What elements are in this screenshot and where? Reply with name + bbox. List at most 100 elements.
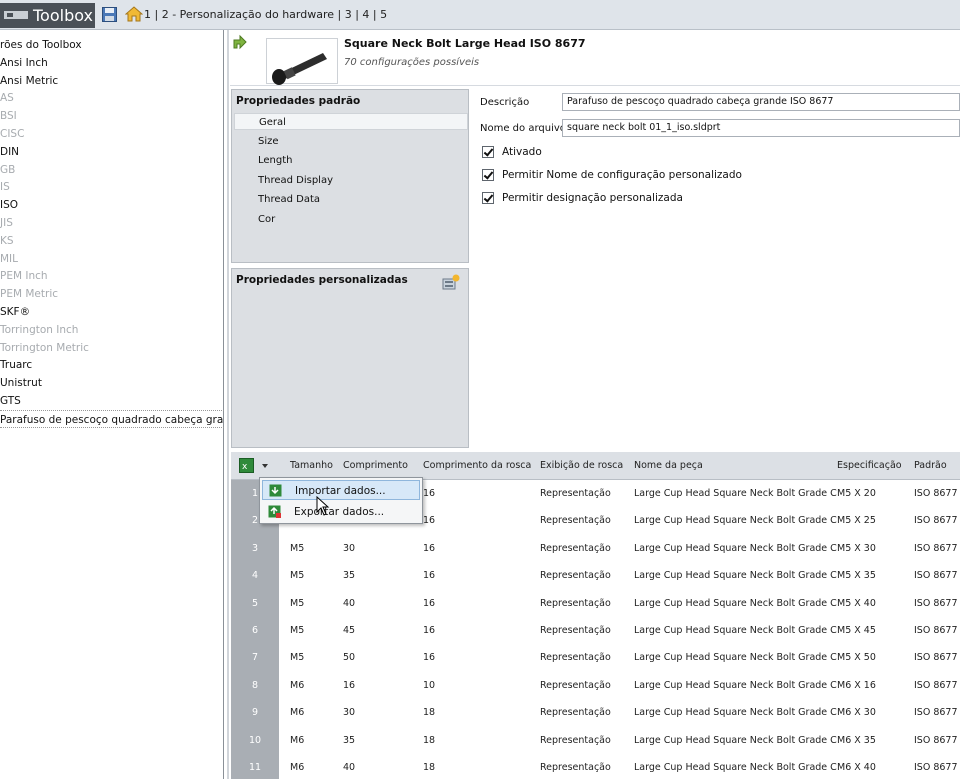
custom-config-name-checkbox[interactable] [482,169,494,181]
table-cell[interactable]: ISO 8677 [914,507,958,535]
tree-item[interactable]: PEM Inch [0,267,48,285]
table-cell[interactable]: M6 [290,672,304,700]
tree-item[interactable]: Torrington Inch [0,321,78,339]
table-cell[interactable]: 18 [423,727,435,755]
table-cell[interactable]: Large Cup Head Square Neck Bolt Grade C [634,480,837,508]
tree-item[interactable]: GB [0,161,15,179]
table-cell[interactable]: Large Cup Head Square Neck Bolt Grade C [634,754,837,779]
back-arrow-icon[interactable] [232,34,248,50]
table-cell[interactable]: Representação [540,617,611,645]
table-cell[interactable]: 16 [343,672,355,700]
tree-item[interactable]: Unistrut [0,374,42,392]
grid-column-header[interactable]: Exibição de rosca [540,452,623,480]
table-cell[interactable]: 30 [343,535,355,563]
table-cell[interactable]: 50 [343,644,355,672]
table-cell[interactable]: Representação [540,562,611,590]
table-cell[interactable]: Large Cup Head Square Neck Bolt Grade C [634,699,837,727]
table-cell[interactable]: ISO 8677 [914,644,958,672]
table-cell[interactable]: Representação [540,507,611,535]
table-cell[interactable]: M6 [290,699,304,727]
table-cell[interactable]: M5 X 25 [837,507,876,535]
tree-item[interactable]: GTS [0,392,21,410]
table-cell[interactable]: ISO 8677 [914,535,958,563]
tree-item[interactable]: IS [0,178,10,196]
home-icon[interactable] [125,5,143,23]
property-category-item[interactable]: Size [258,133,279,150]
table-cell[interactable]: ISO 8677 [914,754,958,779]
table-cell[interactable]: Representação [540,727,611,755]
tree-item[interactable]: JIS [0,214,13,232]
toolbox-app-label[interactable]: Toolbox [0,3,95,28]
table-cell[interactable]: Representação [540,644,611,672]
tree-item[interactable]: CISC [0,125,24,143]
table-row[interactable]: 10 M6 35 18 Representação Large Cup Head Squa… [231,727,960,755]
table-cell[interactable]: Large Cup Head Square Neck Bolt Grade C [634,590,837,618]
table-cell[interactable]: M5 X 35 [837,562,876,590]
enabled-checkbox[interactable] [482,146,494,158]
table-cell[interactable]: 16 [423,617,435,645]
table-cell[interactable]: 16 [423,644,435,672]
table-row[interactable]: 4 M5 35 16 Representação Large Cup Head Squar… [231,562,960,590]
table-cell[interactable]: Large Cup Head Square Neck Bolt Grade C [634,562,837,590]
grid-column-header[interactable]: Nome da peça [634,452,703,480]
table-cell[interactable]: M6 [290,727,304,755]
table-cell[interactable]: 16 [423,590,435,618]
table-cell[interactable]: M5 [290,535,304,563]
table-cell[interactable]: ISO 8677 [914,672,958,700]
table-cell[interactable]: 30 [343,699,355,727]
tree-item[interactable]: PEM Metric [0,285,58,303]
description-field[interactable]: Parafuso de pescoço quadrado cabeça gran… [562,93,960,111]
import-data-item[interactable]: Importar dados... [262,480,420,500]
filename-field[interactable]: square neck bolt 01_1_iso.sldprt [562,119,960,137]
table-row[interactable]: 6 M5 45 16 Representação Large Cup Head Squar… [231,617,960,645]
table-cell[interactable]: 10 [423,672,435,700]
table-row[interactable]: 11 M6 40 18 Representação Large Cup Head Squa… [231,754,960,779]
table-cell[interactable]: 40 [343,590,355,618]
custom-designation-checkbox[interactable] [482,192,494,204]
table-cell[interactable]: 16 [423,507,435,535]
table-cell[interactable]: Large Cup Head Square Neck Bolt Grade C [634,644,837,672]
table-cell[interactable]: 16 [423,480,435,508]
table-cell[interactable]: Large Cup Head Square Neck Bolt Grade C [634,617,837,645]
tree-item[interactable]: Truarc [0,356,32,374]
table-row[interactable]: 7 M5 50 16 Representação Large Cup Head Squar… [231,644,960,672]
tree-item[interactable]: Ansi Inch [0,54,48,72]
table-cell[interactable]: Large Cup Head Square Neck Bolt Grade C [634,727,837,755]
table-cell[interactable]: 40 [343,754,355,779]
grid-column-header[interactable]: Padrão [914,452,947,480]
table-cell[interactable]: M5 X 30 [837,535,876,563]
save-icon[interactable] [102,7,117,22]
table-cell[interactable]: ISO 8677 [914,590,958,618]
property-category-item[interactable]: Thread Data [258,191,320,208]
table-cell[interactable]: M5 [290,562,304,590]
tree-item[interactable]: DIN [0,143,19,161]
table-cell[interactable]: M5 [290,644,304,672]
table-cell[interactable]: 35 [343,562,355,590]
panel-splitter[interactable] [227,30,229,779]
wizard-steps[interactable]: 1 | 2 - Personalização do hardware | 3 |… [144,0,387,30]
table-cell[interactable]: 18 [423,699,435,727]
table-cell[interactable]: ISO 8677 [914,727,958,755]
table-cell[interactable]: M6 [290,754,304,779]
excel-icon[interactable]: x [239,458,254,473]
table-cell[interactable]: M6 X 35 [837,727,876,755]
table-cell[interactable]: 16 [423,535,435,563]
grid-column-header[interactable]: Comprimento da rosca [423,452,531,480]
add-property-icon[interactable] [442,274,460,290]
table-cell[interactable]: Large Cup Head Square Neck Bolt Grade C [634,507,837,535]
table-cell[interactable]: Representação [540,590,611,618]
table-cell[interactable]: 35 [343,727,355,755]
tree-item[interactable]: Torrington Metric [0,339,89,357]
table-cell[interactable]: M6 X 30 [837,699,876,727]
table-row[interactable]: 3 M5 30 16 Representação Large Cup Head Squar… [231,535,960,563]
table-cell[interactable]: M5 X 20 [837,480,876,508]
table-cell[interactable]: 45 [343,617,355,645]
table-cell[interactable]: Representação [540,754,611,779]
table-cell[interactable]: M6 X 16 [837,672,876,700]
property-category-item[interactable]: Length [258,152,293,169]
table-cell[interactable]: ISO 8677 [914,562,958,590]
table-cell[interactable]: M5 X 50 [837,644,876,672]
tree-item[interactable]: ISO [0,196,18,214]
tree-item[interactable]: AS [0,89,14,107]
grid-column-header[interactable]: Comprimento [343,452,408,480]
